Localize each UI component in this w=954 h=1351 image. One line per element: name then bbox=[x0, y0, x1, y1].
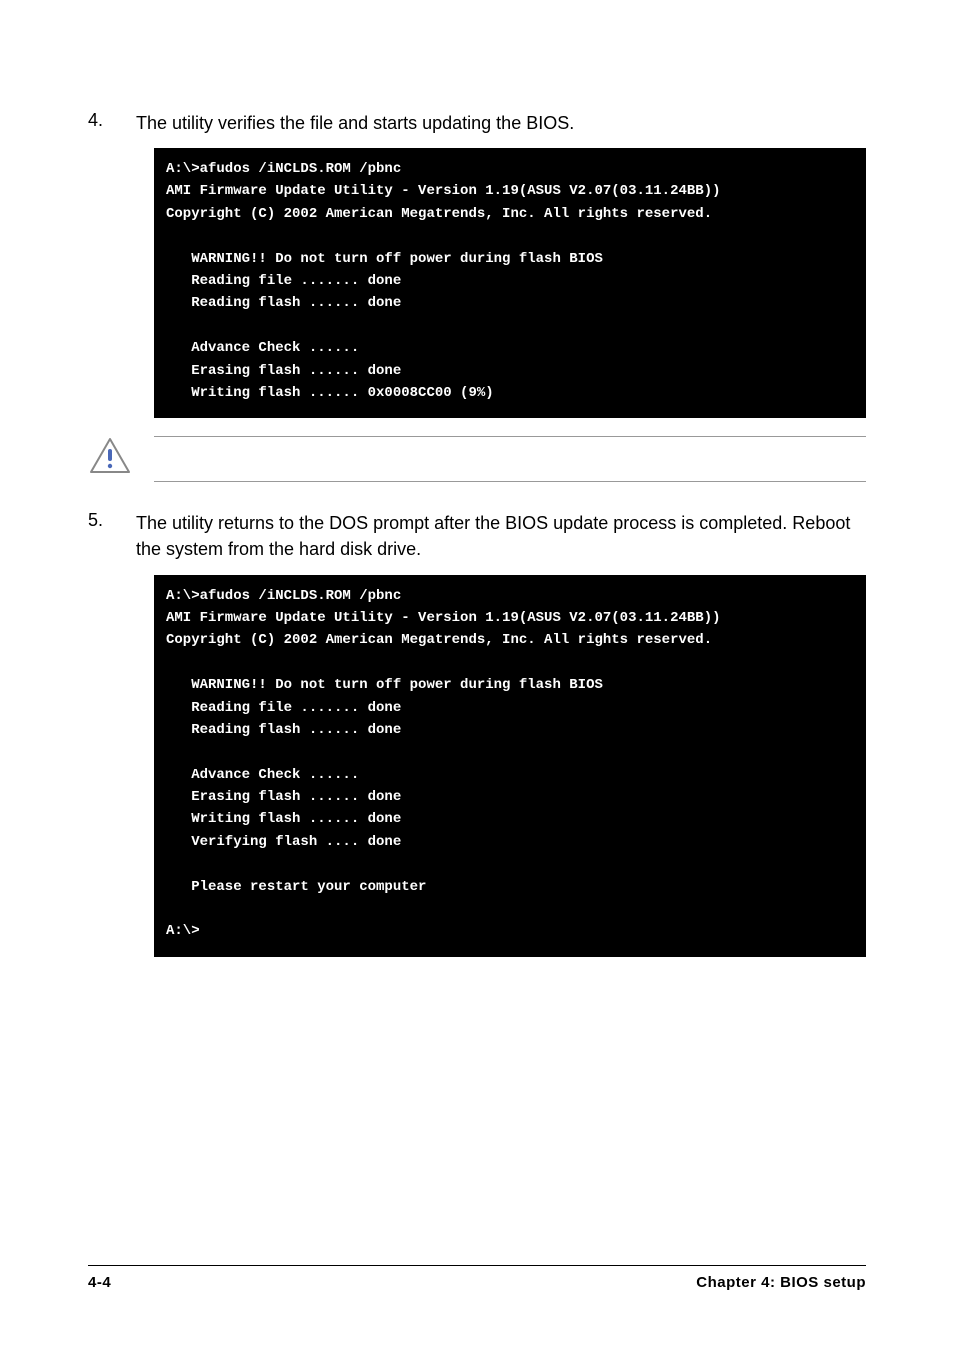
warning-icon bbox=[88, 436, 138, 476]
terminal-line: Verifying flash .... done bbox=[166, 834, 401, 850]
step-4: 4. The utility verifies the file and sta… bbox=[88, 110, 866, 136]
step-text: The utility verifies the file and starts… bbox=[136, 110, 866, 136]
terminal-block-2: A:\>afudos /iNCLDS.ROM /pbnc AMI Firmwar… bbox=[154, 575, 866, 957]
terminal-line: WARNING!! Do not turn off power during f… bbox=[166, 677, 603, 693]
terminal-line: Writing flash ...... done bbox=[166, 811, 401, 827]
page-number: 4-4 bbox=[88, 1274, 111, 1291]
page-content: 4. The utility verifies the file and sta… bbox=[88, 110, 866, 957]
terminal-line: Copyright (C) 2002 American Megatrends, … bbox=[166, 632, 712, 648]
terminal-line: Reading file ....... done bbox=[166, 273, 401, 289]
terminal-line: Copyright (C) 2002 American Megatrends, … bbox=[166, 206, 712, 222]
terminal-line: WARNING!! Do not turn off power during f… bbox=[166, 251, 603, 267]
step-number: 4. bbox=[88, 110, 136, 136]
terminal-line: Reading flash ...... done bbox=[166, 722, 401, 738]
chapter-title: Chapter 4: BIOS setup bbox=[696, 1274, 866, 1291]
step-5: 5. The utility returns to the DOS prompt… bbox=[88, 510, 866, 562]
terminal-line: Reading file ....... done bbox=[166, 700, 401, 716]
step-text: The utility returns to the DOS prompt af… bbox=[136, 510, 866, 562]
terminal-line: AMI Firmware Update Utility - Version 1.… bbox=[166, 610, 721, 626]
terminal-line: Advance Check ...... bbox=[166, 767, 359, 783]
terminal-line: A:\>afudos /iNCLDS.ROM /pbnc bbox=[166, 588, 401, 604]
note-row bbox=[88, 436, 866, 482]
terminal-line: Please restart your computer bbox=[166, 879, 426, 895]
terminal-line: Writing flash ...... 0x0008CC00 (9%) bbox=[166, 385, 494, 401]
note-lines bbox=[154, 436, 866, 482]
page-footer: 4-4 Chapter 4: BIOS setup bbox=[88, 1265, 866, 1291]
terminal-block-1: A:\>afudos /iNCLDS.ROM /pbnc AMI Firmwar… bbox=[154, 148, 866, 418]
divider bbox=[154, 481, 866, 482]
terminal-line: Advance Check ...... bbox=[166, 340, 359, 356]
step-number: 5. bbox=[88, 510, 136, 562]
terminal-line: A:\> bbox=[166, 923, 200, 939]
terminal-line: AMI Firmware Update Utility - Version 1.… bbox=[166, 183, 721, 199]
terminal-line: Erasing flash ...... done bbox=[166, 789, 401, 805]
terminal-line: Reading flash ...... done bbox=[166, 295, 401, 311]
terminal-line: A:\>afudos /iNCLDS.ROM /pbnc bbox=[166, 161, 401, 177]
terminal-line: Erasing flash ...... done bbox=[166, 363, 401, 379]
